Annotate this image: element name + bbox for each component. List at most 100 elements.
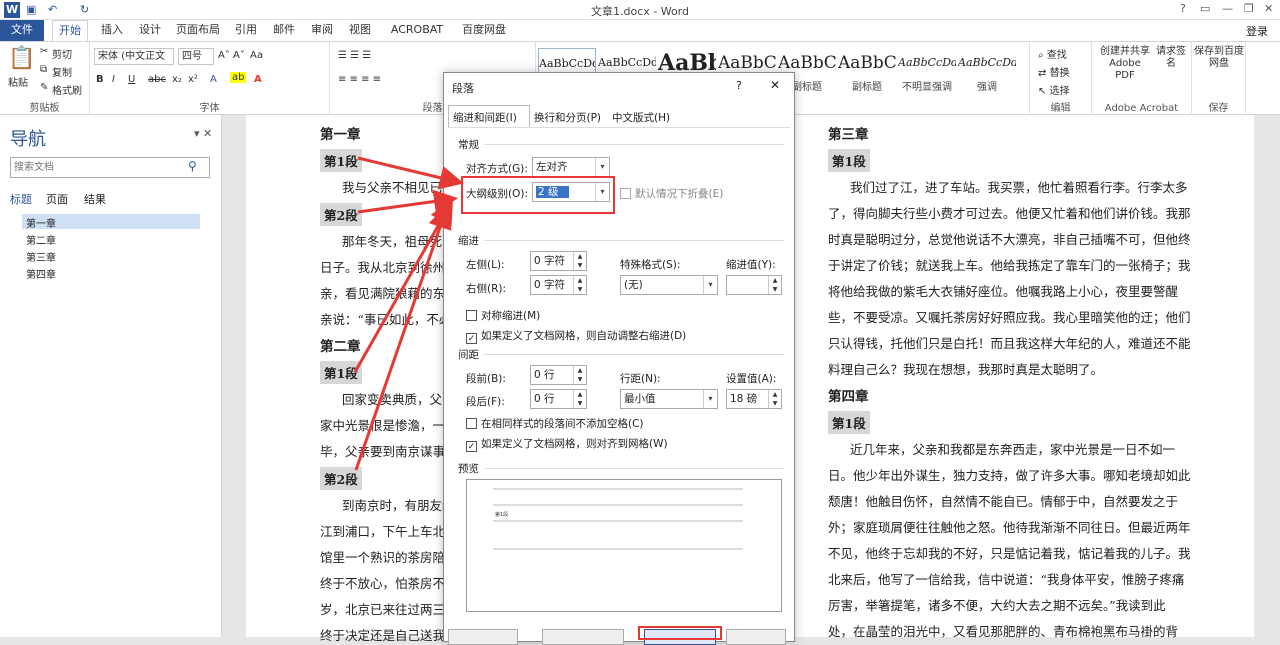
spacing-before-input[interactable]: 0 行 ▲ ▼ <box>530 365 587 385</box>
tab-line-page-breaks[interactable]: 换行和分页(P) <box>534 110 601 125</box>
grow-font-icon[interactable]: A˄ A˅ <box>218 50 245 61</box>
left-indent-input[interactable]: 0 字符 ▲ ▼ <box>530 251 587 271</box>
subscript-button[interactable]: x₂ <box>172 74 182 85</box>
title-bar: W ▣ ↶ ↻ 文章1.docx - Word ? ▭ — ❐ ✕ <box>0 0 1280 20</box>
collapse-label: 默认情况下折叠(E) <box>635 188 724 200</box>
replace-icon: ⇄ <box>1038 68 1047 79</box>
tab-references[interactable]: 引用 <box>230 20 262 41</box>
align-icons[interactable]: ≡ ≡ ≡ ≡ <box>338 74 381 85</box>
format-painter-button[interactable]: 格式刷 <box>52 82 82 97</box>
ribbon-tabs: 文件 开始 插入 设计 页面布局 引用 邮件 审阅 视图 ACROBAT 百度网… <box>0 20 1280 41</box>
tab-baidu[interactable]: 百度网盘 <box>456 20 512 41</box>
auto-adjust-checkbox[interactable]: ✓ 如果定义了文档网格，则自动调整右缩进(D) <box>466 328 686 344</box>
superscript-button[interactable]: x² <box>188 74 198 85</box>
find-button[interactable]: ⌕ 查找 <box>1038 46 1067 61</box>
cancel-button[interactable] <box>726 629 786 645</box>
paragraph-line: 料理自己么？我现在想想，我那时真是太聪明了。 <box>828 362 1104 377</box>
paste-button[interactable]: 粘贴 <box>8 74 28 89</box>
select-button[interactable]: ↖ 选择 <box>1038 82 1070 97</box>
change-case-icon[interactable]: Aa <box>250 50 263 61</box>
nav-options-icon[interactable]: ▾ ✕ <box>194 127 212 140</box>
dialog-help-button[interactable]: ? <box>736 79 742 92</box>
line-spacing-select[interactable]: 最小值 ▾ <box>620 389 718 409</box>
font-color-icon[interactable]: A <box>254 74 262 85</box>
text-effect-icon[interactable]: A <box>210 74 217 85</box>
bullets-icon[interactable]: ☰ ☰ ☰ <box>338 50 371 61</box>
ribbon-display-icon[interactable]: ▭ <box>1200 2 1210 15</box>
right-indent-input[interactable]: 0 字符 ▲ ▼ <box>530 275 587 295</box>
nav-tab-headings[interactable]: 标题 <box>10 191 32 207</box>
paste-icon[interactable]: 📋 <box>8 46 35 71</box>
style-subtle-emphasis[interactable]: AaBbCcDd 不明显强调 <box>898 48 956 98</box>
tab-view[interactable]: 视图 <box>344 20 376 41</box>
spin-arrows-icon[interactable]: ▲ ▼ <box>573 252 586 270</box>
tab-review[interactable]: 审阅 <box>306 20 338 41</box>
tab-indents-spacing[interactable]: 缩进和间距(I) <box>448 105 530 127</box>
mirror-indents-checkbox[interactable]: 对称缩进(M) <box>466 308 540 323</box>
paragraph-line: 近几年来，父亲和我都是东奔西走，家中光景是一日不如一 <box>850 442 1176 457</box>
preview-following-lines <box>493 520 743 550</box>
tabs-button[interactable] <box>448 629 518 645</box>
paragraph-line: 岁，北京已来往过两三次 <box>320 602 458 617</box>
spin-arrows-icon[interactable]: ▲ ▼ <box>768 276 781 294</box>
format-painter-icon[interactable]: ✎ <box>40 82 48 93</box>
section-heading: 第2段 <box>320 467 362 490</box>
nav-item-chapter1[interactable]: 第一章 <box>26 215 56 230</box>
set-default-button[interactable] <box>542 629 624 645</box>
font-size-select[interactable]: 四号 <box>178 48 214 65</box>
snap-grid-checkbox[interactable]: ✓ 如果定义了文档网格，则对齐到网格(W) <box>466 436 668 452</box>
dialog-close-button[interactable]: ✕ <box>770 78 780 92</box>
spin-arrows-icon[interactable]: ▲ ▼ <box>573 366 586 384</box>
italic-button[interactable]: I <box>112 74 115 85</box>
no-space-checkbox[interactable]: 在相同样式的段落间不添加空格(C) <box>466 416 644 431</box>
style-emphasis[interactable]: AaBbCcDd 强调 <box>958 48 1016 98</box>
restore-icon[interactable]: ❐ <box>1244 2 1254 15</box>
tab-acrobat[interactable]: ACROBAT <box>384 20 450 41</box>
copy-icon[interactable]: ⧉ <box>40 64 47 75</box>
close-icon[interactable]: ✕ <box>1264 2 1273 15</box>
tab-asian-typography[interactable]: 中文版式(H) <box>612 110 670 125</box>
highlight-icon[interactable]: ab <box>230 72 247 83</box>
nav-item-chapter4[interactable]: 第四章 <box>26 266 56 281</box>
tab-mailings[interactable]: 邮件 <box>268 20 300 41</box>
copy-button[interactable]: 复制 <box>52 64 72 79</box>
replace-button[interactable]: ⇄ 替换 <box>1038 64 1070 79</box>
font-name-select[interactable]: 宋体 (中文正文 <box>94 48 174 68</box>
spin-arrows-icon[interactable]: ▲ ▼ <box>573 276 586 294</box>
bold-button[interactable]: B <box>96 74 104 85</box>
create-share-pdf-button[interactable]: 创建并共享 Adobe PDF <box>1100 46 1150 82</box>
request-sign-button[interactable]: 请求签名 <box>1156 46 1186 70</box>
tab-file[interactable]: 文件 <box>0 20 44 41</box>
collapse-checkbox[interactable]: 默认情况下折叠(E) <box>620 186 723 201</box>
tab-design[interactable]: 设计 <box>134 20 166 41</box>
cut-button[interactable]: 剪切 <box>52 46 72 61</box>
tab-home[interactable]: 开始 <box>52 20 88 41</box>
underline-button[interactable]: U <box>128 74 135 85</box>
style-subtitle-b[interactable]: AaBbC 副标题 <box>838 48 896 98</box>
nav-search-input[interactable] <box>10 157 210 178</box>
strikethrough-button[interactable]: abc <box>148 74 166 85</box>
tab-insert[interactable]: 插入 <box>96 20 128 41</box>
minimize-icon[interactable]: — <box>1222 2 1233 15</box>
tab-layout[interactable]: 页面布局 <box>172 20 224 41</box>
spacing-after-input[interactable]: 0 行 ▲ ▼ <box>530 389 587 409</box>
set-at-input[interactable]: 18 磅 ▲ ▼ <box>726 389 782 409</box>
help-icon[interactable]: ? <box>1180 2 1186 15</box>
clipboard-group: 📋 粘贴 ✂ 剪切 ⧉ 复制 ✎ 格式刷 剪贴板 <box>0 42 90 116</box>
alignment-select[interactable]: 左对齐 ▾ <box>532 157 610 177</box>
spin-arrows-icon[interactable]: ▲ ▼ <box>573 390 586 408</box>
nav-tab-results[interactable]: 结果 <box>84 191 106 207</box>
cut-icon[interactable]: ✂ <box>40 46 48 57</box>
nav-tab-pages[interactable]: 页面 <box>46 191 68 207</box>
indent-by-input[interactable]: ▲ ▼ <box>726 275 782 295</box>
nav-item-chapter2[interactable]: 第二章 <box>26 232 56 247</box>
paragraph-dialog: 段落 ? ✕ 缩进和间距(I) 换行和分页(P) 中文版式(H) 常规 对齐方式… <box>443 72 795 645</box>
special-format-select[interactable]: (无) ▾ <box>620 275 718 295</box>
spin-arrows-icon[interactable]: ▲ ▼ <box>768 390 781 408</box>
nav-item-chapter3[interactable]: 第三章 <box>26 249 56 264</box>
login-link[interactable]: 登录 <box>1246 23 1268 39</box>
left-indent-label: 左侧(L): <box>466 259 505 271</box>
save-label: 保存 <box>1208 103 1229 114</box>
search-icon[interactable]: ⚲ <box>188 159 197 173</box>
save-baidu-button[interactable]: 保存到百度网盘 <box>1194 46 1244 70</box>
